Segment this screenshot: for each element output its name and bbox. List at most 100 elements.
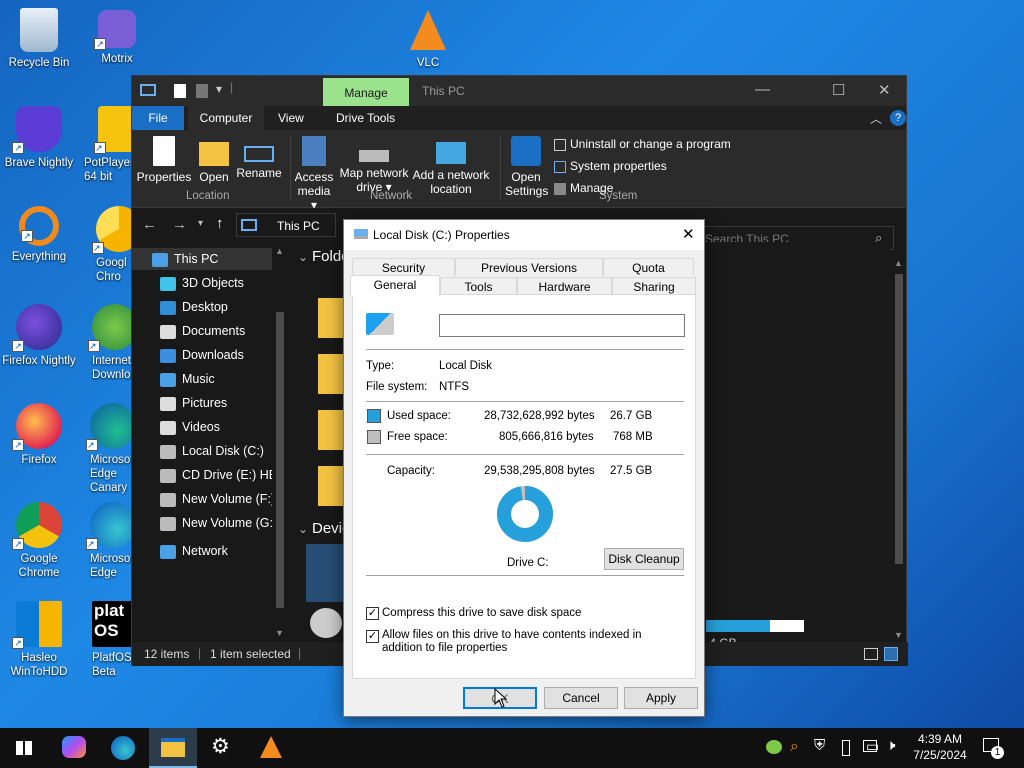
- tab-file[interactable]: File: [132, 106, 184, 130]
- clock[interactable]: 4:39 AM 7/25/2024: [904, 731, 976, 763]
- tab-manage[interactable]: Manage: [323, 78, 409, 106]
- tab-general[interactable]: General: [350, 275, 440, 296]
- nav-item[interactable]: Downloads: [160, 344, 244, 366]
- desktop-icon-edge[interactable]: ↗ Microsoft Edge: [78, 502, 132, 580]
- nav-scroll-thumb[interactable]: [276, 312, 284, 608]
- vlc-taskbar-button[interactable]: [247, 728, 295, 768]
- section-chevron-icon[interactable]: ⌄: [298, 522, 308, 536]
- nav-item[interactable]: Local Disk (C:): [160, 440, 264, 462]
- drive-icon[interactable]: [310, 608, 342, 638]
- tray-app-icon[interactable]: [766, 740, 782, 754]
- system-properties-link[interactable]: System properties: [554, 159, 667, 173]
- settings-taskbar-button[interactable]: ⚙: [198, 728, 246, 768]
- content-scroll-thumb[interactable]: [895, 274, 903, 564]
- up-arrow-icon[interactable]: ↑: [216, 215, 224, 232]
- minimize-button[interactable]: —: [755, 81, 770, 98]
- desktop-icon-chrome-canary[interactable]: ↗ Googl Chro: [78, 206, 132, 284]
- tab-quota[interactable]: Quota: [603, 258, 694, 276]
- uninstall-program-link[interactable]: Uninstall or change a program: [554, 137, 731, 151]
- access-media-button[interactable]: Access media ▾: [292, 136, 336, 212]
- details-view-icon[interactable]: [864, 648, 878, 660]
- open-button[interactable]: Open: [194, 136, 234, 184]
- collapse-ribbon-icon[interactable]: ︿: [870, 110, 882, 127]
- recent-locations-icon[interactable]: ▾: [198, 218, 203, 229]
- folder-icon[interactable]: [318, 298, 344, 338]
- nav-scrollbar[interactable]: ▲ ▼: [272, 242, 288, 642]
- item-count: 12 items: [144, 647, 190, 661]
- tab-view[interactable]: View: [278, 106, 304, 130]
- desktop-icon-recycle-bin[interactable]: Recycle Bin: [0, 8, 78, 70]
- start-button[interactable]: [0, 728, 48, 768]
- tab-drive-tools[interactable]: Drive Tools: [336, 106, 395, 130]
- tab-hardware[interactable]: Hardware: [517, 277, 612, 295]
- tab-sharing[interactable]: Sharing: [612, 277, 696, 295]
- edge-taskbar-button[interactable]: [99, 728, 147, 768]
- map-network-drive-button[interactable]: Map network drive ▾: [338, 136, 410, 194]
- desktop-icon-platfos[interactable]: plat OS PlatfOS Beta: [78, 601, 132, 679]
- address-bar[interactable]: This PC: [236, 213, 336, 237]
- tab-computer[interactable]: Computer: [188, 106, 264, 130]
- folder-icon[interactable]: [318, 354, 344, 394]
- copilot-button[interactable]: [50, 728, 98, 768]
- forward-arrow-icon[interactable]: →: [172, 216, 187, 233]
- maximize-button[interactable]: ☐: [832, 81, 845, 99]
- content-scrollbar[interactable]: ▲ ▼: [892, 258, 906, 642]
- nav-item[interactable]: CD Drive (E:) HB: [160, 464, 277, 486]
- folder-icon[interactable]: [318, 466, 344, 506]
- local-disk-c-tile[interactable]: [306, 544, 346, 602]
- nav-item[interactable]: Pictures: [160, 392, 227, 414]
- desktop-icon-chrome[interactable]: ↗ Google Chrome: [0, 502, 78, 580]
- open-settings-button[interactable]: Open Settings: [504, 136, 548, 198]
- nav-item[interactable]: This PC: [132, 248, 272, 270]
- add-network-location-button[interactable]: Add a network location: [412, 136, 490, 196]
- properties-button[interactable]: Properties: [136, 136, 192, 184]
- desktop-icon-motrix[interactable]: ↗ Motrix: [78, 10, 156, 66]
- cancel-button[interactable]: Cancel: [544, 687, 618, 709]
- folder-icon[interactable]: [318, 410, 344, 450]
- link-label: System properties: [570, 159, 667, 173]
- index-checkbox[interactable]: ✓: [366, 630, 379, 643]
- nav-item[interactable]: Music: [160, 368, 215, 390]
- large-icons-view-icon[interactable]: [884, 647, 898, 661]
- close-icon[interactable]: ✕: [682, 225, 695, 243]
- tab-tools[interactable]: Tools: [440, 277, 517, 295]
- everything-tray-icon[interactable]: ⌕: [790, 738, 799, 756]
- nav-item[interactable]: 3D Objects: [160, 272, 244, 294]
- help-icon[interactable]: ?: [890, 110, 906, 126]
- manage-link[interactable]: Manage: [554, 181, 613, 195]
- section-chevron-icon[interactable]: ⌄: [298, 250, 308, 264]
- nav-item[interactable]: New Volume (G:): [160, 512, 277, 534]
- desktop-icon-everything[interactable]: ↗ Everything: [0, 206, 78, 264]
- tab-security[interactable]: Security: [352, 258, 455, 276]
- back-arrow-icon[interactable]: ←: [142, 216, 157, 233]
- nav-item[interactable]: Documents: [160, 320, 245, 342]
- disk-cleanup-button[interactable]: Disk Cleanup: [604, 548, 684, 570]
- compress-checkbox[interactable]: ✓: [366, 607, 379, 620]
- close-button[interactable]: ✕: [878, 81, 891, 99]
- apply-button[interactable]: Apply: [624, 687, 698, 709]
- desktop-icon-idm[interactable]: ↗ Internet Download: [78, 304, 132, 382]
- desktop-icon-firefox[interactable]: ↗ Firefox: [0, 403, 78, 467]
- desktop-icon-firefox-nightly[interactable]: ↗ Firefox Nightly: [0, 304, 78, 368]
- usb-device-icon[interactable]: [842, 740, 850, 756]
- nav-item[interactable]: Videos: [160, 416, 220, 438]
- desktop-icon-edge-canary[interactable]: ↗ Microsoft Edge Canary: [78, 403, 132, 495]
- volume-muted-icon[interactable]: 🕨: [886, 737, 895, 754]
- desktop-icon-brave[interactable]: ↗ Brave Nightly: [0, 106, 78, 170]
- nav-item[interactable]: Network: [160, 540, 228, 562]
- file-explorer-taskbar-button[interactable]: [149, 728, 197, 768]
- tab-previous-versions[interactable]: Previous Versions: [455, 258, 603, 276]
- nav-item[interactable]: New Volume (F:): [160, 488, 275, 510]
- quick-properties-icon[interactable]: [174, 84, 186, 98]
- desktop-icon-potplayer[interactable]: ↗ PotPlayer 64 bit: [78, 106, 132, 184]
- rename-button[interactable]: Rename: [236, 136, 282, 180]
- nav-item[interactable]: Desktop: [160, 296, 228, 318]
- volume-label-input[interactable]: [439, 314, 685, 337]
- security-shield-icon[interactable]: ⛨: [814, 737, 825, 754]
- customize-quick-access-icon[interactable]: ▾: [216, 82, 222, 96]
- network-icon[interactable]: [863, 740, 877, 752]
- desktop-icon-vlc[interactable]: VLC: [389, 10, 467, 70]
- notification-center-button[interactable]: 1: [980, 736, 1004, 759]
- quick-folder-icon[interactable]: [196, 84, 208, 98]
- desktop-icon-hasleo[interactable]: ↗ Hasleo WinToHDD: [0, 601, 78, 679]
